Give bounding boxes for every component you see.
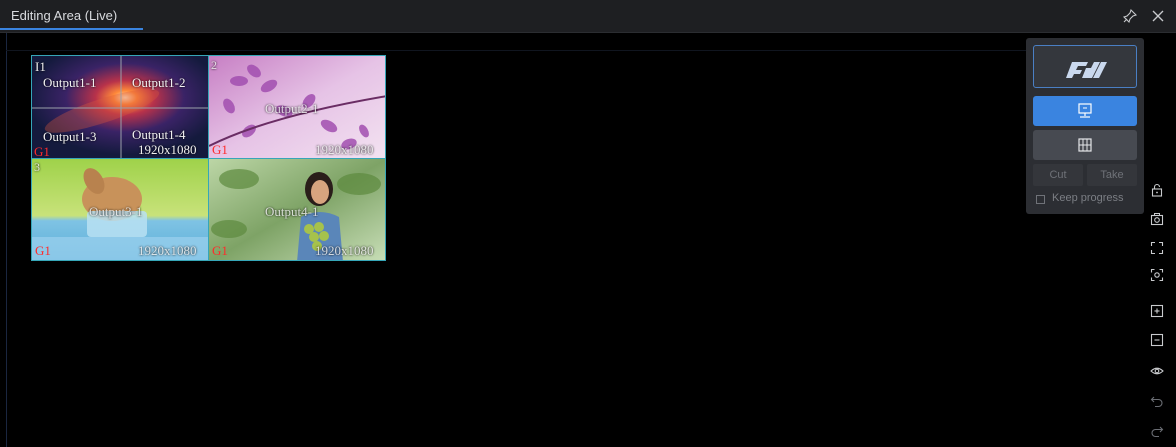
output-label: Output2-1 (265, 101, 319, 116)
keep-progress-label: Keep progress (1052, 192, 1124, 204)
redo-icon[interactable] (1150, 424, 1164, 438)
monitor-icon (1078, 103, 1092, 118)
tab-label: Editing Area (Live) (11, 8, 118, 23)
screen-id-label: 2 (211, 58, 217, 72)
zoom-out-icon[interactable] (1150, 333, 1164, 347)
screen-id-label: 3 (34, 160, 40, 174)
brand-logo-icon (1066, 62, 1107, 78)
output-label: Output4-1 (265, 204, 319, 219)
output-label: Output1-1 (43, 75, 97, 90)
canvas-guide-line (6, 50, 1026, 51)
group-label: G1 (212, 142, 228, 157)
fullscreen-icon[interactable] (1150, 241, 1164, 255)
screen-id-label: I1 (35, 59, 46, 74)
zoom-in-icon[interactable] (1150, 304, 1164, 318)
resolution-label: 1920x1080 (138, 142, 197, 157)
output-label: Output1-3 (43, 129, 97, 144)
output-label: Output3-1 (89, 204, 143, 219)
fit-to-screen-icon[interactable] (1150, 268, 1164, 282)
screen-1[interactable]: I1 Output1-1 Output1-2 Output1-3 Output1… (31, 55, 210, 159)
output-label: Output1-2 (132, 75, 186, 90)
control-panel: Cut Take Keep progress (1026, 38, 1144, 214)
output-label: Output1-4 (132, 127, 186, 142)
take-button[interactable]: Take (1087, 164, 1137, 186)
screenshot-icon[interactable] (1150, 212, 1164, 226)
screen-4[interactable]: Output4-1 1920x1080 G1 (208, 158, 386, 261)
cut-button[interactable]: Cut (1033, 164, 1083, 186)
group-label: G1 (34, 144, 50, 159)
close-icon[interactable] (1150, 8, 1166, 24)
keep-progress-checkbox[interactable] (1036, 195, 1045, 204)
eye-icon[interactable] (1150, 364, 1164, 378)
resolution-label: 1920x1080 (315, 243, 374, 258)
lock-icon[interactable] (1150, 183, 1164, 197)
title-bar: Editing Area (Live) (0, 0, 1176, 33)
tab-editing-area-live[interactable]: Editing Area (Live) (0, 0, 143, 30)
group-label: G1 (35, 243, 51, 258)
group-label: G1 (212, 243, 228, 258)
grid-layout-icon (1078, 138, 1092, 152)
screen-3[interactable]: 3 Output3-1 1920x1080 G1 (31, 158, 210, 261)
layout-mode-button[interactable] (1033, 130, 1137, 160)
resolution-label: 1920x1080 (315, 142, 374, 157)
logo-button[interactable] (1033, 45, 1137, 88)
screen-2[interactable]: 2 Output2-1 1920x1080 G1 (208, 55, 386, 159)
resolution-label: 1920x1080 (138, 243, 197, 258)
preview-mode-button[interactable] (1033, 96, 1137, 126)
undo-icon[interactable] (1150, 394, 1164, 408)
pin-icon[interactable] (1122, 8, 1138, 24)
